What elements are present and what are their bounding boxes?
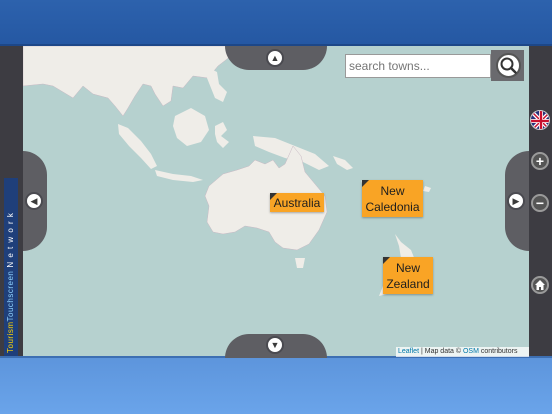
leaflet-link[interactable]: Leaflet [398, 348, 419, 355]
attribution-suffix: contributors [478, 348, 518, 355]
uk-flag-icon[interactable] [530, 110, 550, 130]
label-new-caledonia[interactable]: New Caledonia [362, 180, 423, 217]
label-australia[interactable]: Australia [270, 193, 324, 212]
brand-strip: TourismTouchscreen Network [4, 178, 18, 356]
map-attribution: Leaflet | Map data © OSM contributors [396, 347, 529, 357]
label-new-caledonia-line1: New [380, 184, 405, 198]
bottom-bar [0, 356, 552, 414]
arrow-down-icon[interactable]: ▼ [266, 336, 284, 354]
zoom-out-button[interactable]: − [531, 194, 549, 212]
label-new-zealand-line2: Zealand [386, 277, 430, 291]
attribution-separator: | Map data © [419, 348, 463, 355]
search-icon [500, 57, 517, 74]
label-australia-text: Australia [273, 196, 321, 210]
search-button[interactable] [496, 53, 521, 78]
osm-link[interactable]: OSM [463, 348, 479, 355]
label-new-zealand-line1: New [395, 261, 420, 275]
label-new-zealand[interactable]: New Zealand [383, 257, 433, 294]
arrow-right-icon[interactable]: ▶ [507, 192, 525, 210]
label-corner [270, 193, 277, 200]
brand-word-tourism: Tourism [6, 321, 15, 353]
brand-text: TourismTouchscreen Network [4, 178, 18, 356]
label-new-caledonia-line2: Caledonia [365, 200, 420, 214]
brand-word-network: Network [6, 208, 15, 268]
top-bar [0, 0, 552, 46]
home-icon [535, 280, 545, 290]
label-corner [383, 257, 390, 264]
home-button[interactable] [531, 276, 549, 294]
zoom-in-button[interactable]: + [531, 152, 549, 170]
arrow-left-icon[interactable]: ◀ [25, 192, 43, 210]
brand-word-touchscreen: Touchscreen [6, 270, 15, 322]
search-input[interactable] [345, 54, 491, 78]
label-corner [362, 180, 369, 187]
arrow-up-icon[interactable]: ▲ [266, 49, 284, 67]
